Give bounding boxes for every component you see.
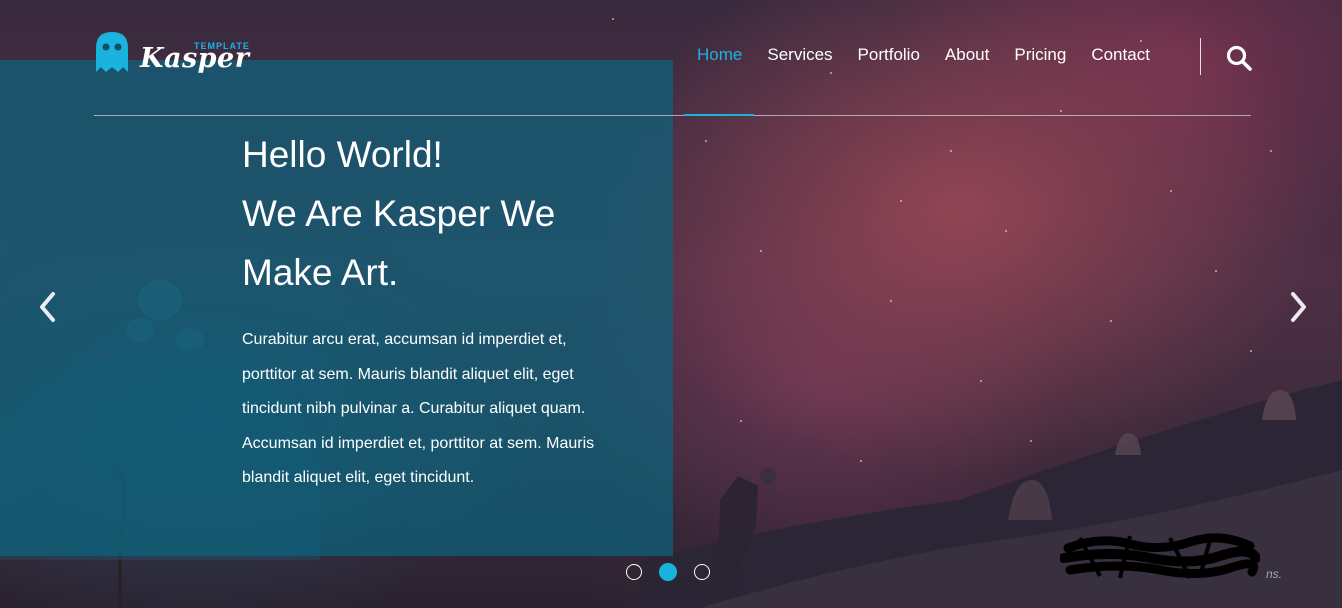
nav-divider xyxy=(1200,38,1201,75)
hero-title: Hello World! We Are Kasper We Make Art. xyxy=(242,125,642,302)
active-nav-underline xyxy=(684,114,754,116)
image-credit: ns. xyxy=(1266,567,1283,581)
slider-bullet[interactable] xyxy=(626,564,642,580)
search-icon[interactable] xyxy=(1225,44,1253,72)
site-header: TEMPLATE Kasper Home Services Portfolio … xyxy=(94,24,1253,116)
redaction-scribble xyxy=(1060,533,1260,579)
ghost-icon xyxy=(96,32,128,72)
nav-item-services[interactable]: Services xyxy=(767,45,832,65)
logo[interactable]: TEMPLATE Kasper xyxy=(94,30,254,82)
nav-item-pricing[interactable]: Pricing xyxy=(1014,45,1066,65)
logo-wordmark: Kasper xyxy=(140,43,250,74)
slider-bullets xyxy=(626,563,710,582)
hero-section: Hello World! We Are Kasper We Make Art. … xyxy=(0,0,1342,608)
nav-item-portfolio[interactable]: Portfolio xyxy=(858,45,920,65)
hero-title-line: We Are Kasper We xyxy=(242,193,556,234)
chevron-right-icon[interactable] xyxy=(1284,290,1312,324)
hero-title-line: Hello World! xyxy=(242,134,443,175)
main-nav: Home Services Portfolio About Pricing Co… xyxy=(697,44,1175,66)
hero-title-line: Make Art. xyxy=(242,252,399,293)
hero-description: Curabitur arcu erat, accumsan id imperdi… xyxy=(242,331,595,486)
slider-bullet[interactable] xyxy=(694,564,710,580)
header-divider xyxy=(94,115,1251,116)
slider-bullet-active[interactable] xyxy=(659,563,677,581)
nav-item-home[interactable]: Home xyxy=(697,45,742,65)
chevron-left-icon[interactable] xyxy=(34,290,62,324)
nav-item-contact[interactable]: Contact xyxy=(1091,45,1150,65)
nav-item-about[interactable]: About xyxy=(945,45,989,65)
